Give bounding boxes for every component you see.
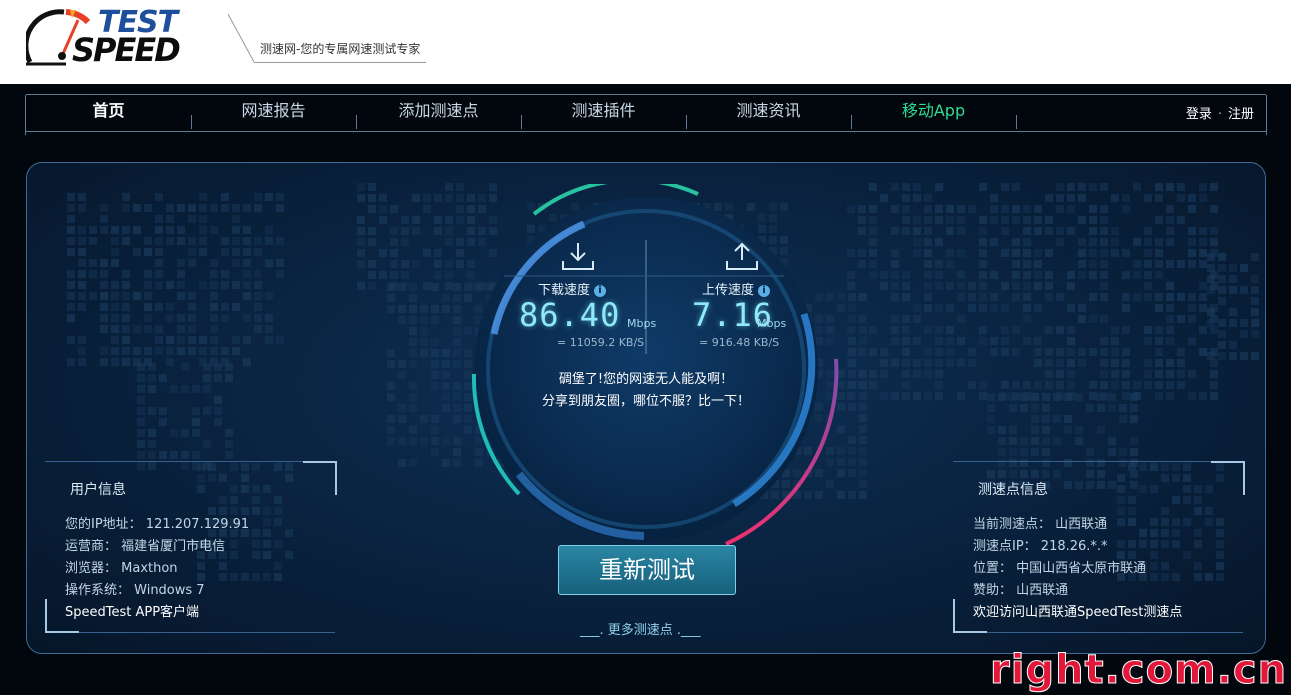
download-value: 86.40 (519, 296, 621, 334)
box-bottom-line (953, 632, 1243, 633)
box-bottom-line (45, 632, 335, 633)
watermark: right.com.cn (989, 647, 1288, 694)
nav-speed-plugin[interactable]: 测速插件 (521, 95, 686, 131)
server-info-title: 测速点信息 (978, 482, 1048, 498)
result-message-line1: 碉堡了!您的网速无人能及啊！ (558, 372, 734, 387)
upload-unit: Mbps (757, 317, 787, 330)
server-info-box: 测速点信息 当前测速点： 山西联通 测速点IP： 218.26.*.* 位置： … (953, 461, 1245, 633)
user-info-title: 用户信息 (70, 482, 126, 498)
logo-speed-text: SPEED (72, 31, 181, 69)
nav-speed-news[interactable]: 测速资讯 (686, 95, 851, 131)
more-test-points-link[interactable]: ___. 更多测速点 .___ (580, 619, 701, 638)
retest-button[interactable]: 重新测试 (558, 545, 736, 595)
user-browser: 浏览器： Maxthon (65, 561, 178, 576)
user-os: 操作系统： Windows 7 (65, 583, 205, 598)
user-isp: 运营商： 福建省厦门市电信 (65, 539, 226, 554)
speed-gauge: 下载速度 i 上传速度 i 86.40 Mbps 7.16 Mbps = 11059… (464, 178, 844, 554)
box-top-line (953, 461, 1243, 462)
nav-speed-report[interactable]: 网速报告 (191, 95, 356, 131)
register-link[interactable]: 注册 (1228, 107, 1254, 122)
nav-mobile-app[interactable]: 移动App (851, 95, 1016, 131)
slogan-divider (227, 14, 255, 63)
auth-links: 登录 · 注册 (1186, 103, 1254, 122)
site-slogan: 测速网-您的专属网速测试专家 (260, 42, 421, 56)
server-location: 位置： 中国山西省太原市联通 (973, 561, 1147, 576)
login-link[interactable]: 登录 (1186, 107, 1212, 122)
user-ip: 您的IP地址： 121.207.129.91 (65, 517, 250, 532)
user-info-box: 用户信息 您的IP地址： 121.207.129.91 运营商： 福建省厦门市电… (45, 461, 337, 633)
site-logo[interactable]: TEST SPEED (26, 6, 216, 66)
slogan-underline (254, 62, 426, 63)
nav-add-test-point[interactable]: 添加测速点 (356, 95, 521, 131)
box-top-line (45, 461, 335, 462)
upload-kbs: = 916.48 KB/S (699, 336, 780, 349)
server-ip: 测速点IP： 218.26.*.* (973, 539, 1108, 554)
server-current: 当前测速点： 山西联通 (973, 517, 1108, 532)
box-corner (1211, 461, 1245, 495)
server-sponsor: 赞助： 山西联通 (973, 583, 1069, 598)
nav-separator (1016, 115, 1017, 129)
server-welcome-link[interactable]: 欢迎访问山西联通SpeedTest测速点 (973, 601, 1182, 620)
download-icon (562, 243, 594, 270)
result-message-line2[interactable]: 分享到朋友圈，哪位不服？比一下！ (496, 390, 796, 409)
download-kbs: = 11059.2 KB/S (557, 336, 645, 349)
box-corner (303, 461, 337, 495)
auth-separator: · (1217, 107, 1222, 122)
app-client-link[interactable]: SpeedTest APP客户端 (65, 601, 199, 620)
download-unit: Mbps (627, 317, 657, 330)
speed-test-panel: 用户信息 您的IP地址： 121.207.129.91 运营商： 福建省厦门市电… (26, 162, 1266, 654)
upload-icon (726, 242, 758, 270)
main-nav: 首页 网速报告 添加测速点 测速插件 测速资讯 移动App 登录 · 注册 (25, 94, 1267, 135)
nav-home[interactable]: 首页 (26, 95, 191, 131)
site-header: TEST SPEED 测速网-您的专属网速测试专家 (0, 0, 1291, 84)
